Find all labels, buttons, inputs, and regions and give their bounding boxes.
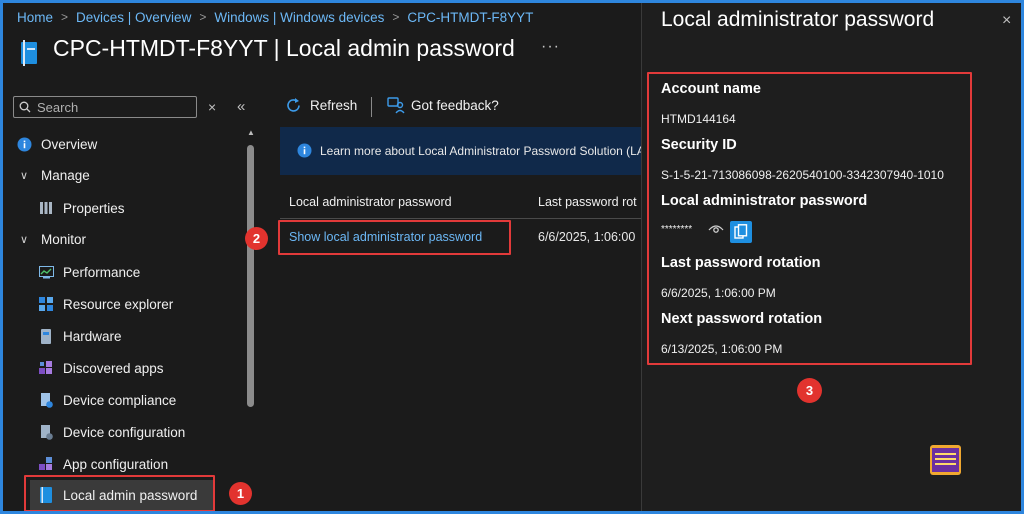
compliance-icon [38,392,54,408]
annotation-box-2 [278,220,511,255]
search-box [13,96,197,118]
sidebar-scrollbar[interactable] [247,145,254,407]
performance-icon [38,264,54,280]
sidebar-item-device-configuration[interactable]: Device configuration [38,421,185,443]
sidebar-item-label: Properties [63,200,125,216]
info-icon [297,143,312,158]
refresh-button[interactable]: Refresh [285,97,357,114]
annotation-badge-3: 3 [797,378,822,403]
annotation-box-3 [647,72,972,365]
sidebar-item-discovered-apps[interactable]: Discovered apps [38,357,164,379]
sidebar-group-monitor[interactable]: ∨ Monitor [16,228,86,250]
search-icon [19,101,31,113]
sidebar-item-hardware[interactable]: Hardware [38,325,122,347]
last-rotation-cell: 6/6/2025, 1:06:00 [538,230,636,244]
annotation-badge-1: 1 [229,482,252,505]
device-icon [21,40,37,66]
close-icon[interactable]: × [1002,12,1011,30]
feedback-icon [387,97,405,114]
sidebar-item-properties[interactable]: Properties [38,197,125,219]
sidebar-item-label: Performance [63,264,141,280]
sidebar-item-label: Hardware [63,328,122,344]
chevron-right-icon: > [392,10,400,24]
sidebar-item-app-configuration[interactable]: App configuration [38,453,168,475]
info-banner-text: Learn more about Local Administrator Pas… [320,144,641,158]
scroll-up-icon[interactable]: ▲ [247,128,255,137]
site-logo [930,445,961,475]
table-header-divider [280,218,641,219]
sidebar-group-manage[interactable]: ∨ Manage [16,164,90,186]
resource-explorer-icon [38,296,54,312]
page-title: CPC-HTMDT-F8YYT | Local admin password [53,35,515,61]
sidebar-item-label: Device configuration [63,424,186,440]
chevron-right-icon: > [199,10,207,24]
properties-icon [38,200,54,216]
sidebar-item-overview[interactable]: Overview [16,133,97,155]
apps-icon [38,360,54,376]
collapse-sidebar-icon[interactable]: « [237,98,245,115]
breadcrumb-device[interactable]: CPC-HTMDT-F8YYT [407,10,533,25]
sidebar-item-resource-explorer[interactable]: Resource explorer [38,293,173,315]
breadcrumb-home[interactable]: Home [17,10,53,25]
sidebar-item-label: Resource explorer [63,296,174,312]
sidebar-item-label: App configuration [63,456,169,472]
column-header-last-rotation[interactable]: Last password rot [538,195,641,209]
info-banner[interactable]: Learn more about Local Administrator Pas… [280,127,641,175]
sidebar-item-label: Manage [41,167,90,183]
breadcrumb: Home > Devices | Overview > Windows | Wi… [17,8,533,26]
sidebar-item-label: Overview [41,136,98,152]
chevron-down-icon: ∨ [19,233,29,246]
configuration-icon [38,424,54,440]
panel-title: Local administrator password [661,8,935,31]
breadcrumb-devices-overview[interactable]: Devices | Overview [76,10,191,25]
annotation-badge-2: 2 [245,227,268,250]
chevron-down-icon: ∨ [19,169,29,182]
search-input[interactable] [35,98,189,116]
column-header-password[interactable]: Local administrator password [289,195,452,209]
annotation-box-1 [24,475,215,512]
app-configuration-icon [38,456,54,472]
refresh-icon [287,98,300,112]
sidebar-item-label: Discovered apps [63,360,164,376]
sidebar-item-label: Device compliance [63,392,177,408]
more-options-icon[interactable]: ··· [541,38,560,56]
hardware-icon [38,328,54,344]
refresh-label: Refresh [310,98,358,113]
breadcrumb-windows-devices[interactable]: Windows | Windows devices [214,10,384,25]
sidebar-item-performance[interactable]: Performance [38,261,140,283]
toolbar-divider [371,97,372,117]
clear-search-icon[interactable]: × [208,99,216,115]
feedback-label: Got feedback? [411,98,499,113]
sidebar-item-label: Monitor [41,231,87,247]
chevron-right-icon: > [61,10,69,24]
sidebar-item-device-compliance[interactable]: Device compliance [38,389,176,411]
info-icon [16,136,32,152]
feedback-button[interactable]: Got feedback? [387,97,499,114]
